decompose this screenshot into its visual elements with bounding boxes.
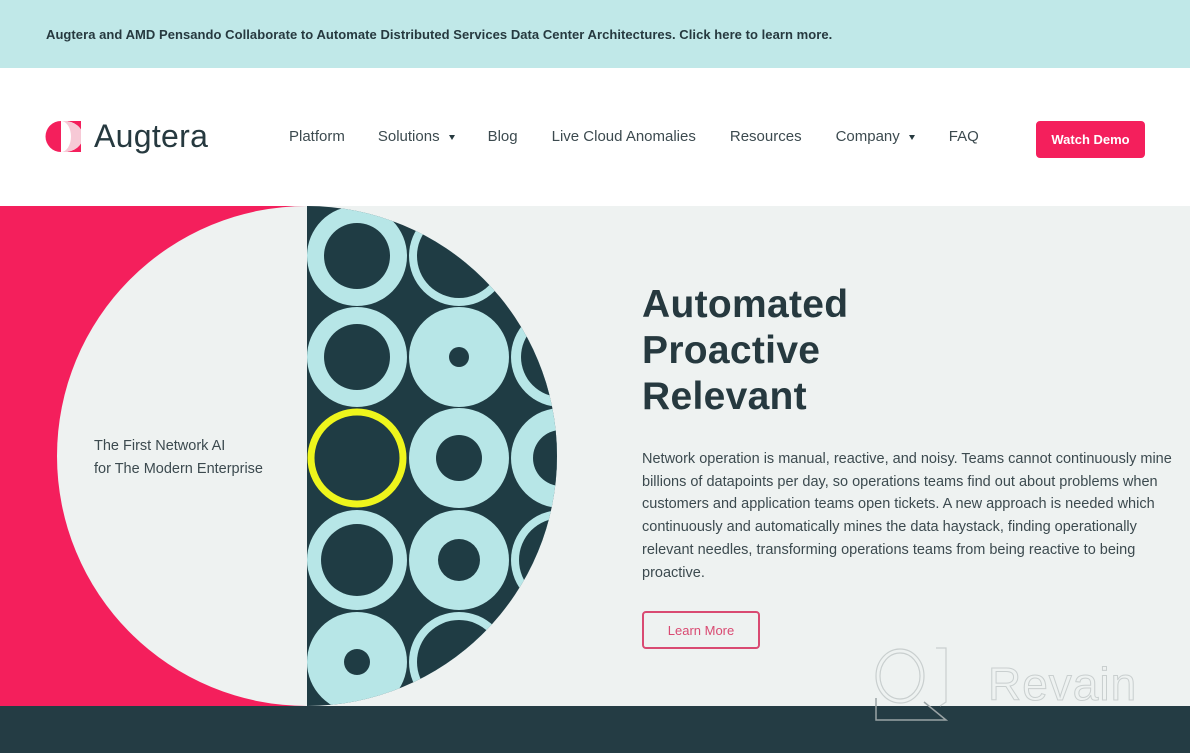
announcement-link[interactable]: Augtera and AMD Pensando Collaborate to … (46, 27, 832, 42)
tagline-line: for The Modern Enterprise (94, 461, 263, 477)
highlight-ring (307, 408, 407, 508)
pattern-ring-hole (449, 347, 469, 367)
hero-headline: Automated Proactive Relevant (642, 282, 848, 420)
nav-resources[interactable]: Resources (730, 128, 802, 145)
nav-label: Platform (289, 128, 345, 145)
tagline-line: The First Network AI (94, 438, 226, 454)
pattern-ring-hole (344, 649, 370, 675)
watch-demo-button[interactable]: Watch Demo (1036, 121, 1145, 158)
pattern-ring-hole (436, 435, 482, 481)
nav-label: Blog (487, 128, 518, 145)
dark-section-band (0, 706, 1190, 753)
pattern-ring-hole (417, 620, 501, 704)
hero-description: Network operation is manual, reactive, a… (642, 451, 1172, 581)
nav-faq[interactable]: FAQ (949, 128, 979, 145)
learn-more-button[interactable]: Learn More (642, 611, 760, 649)
pattern-ring-hole (438, 539, 480, 581)
nav-live-cloud-anomalies[interactable]: Live Cloud Anomalies (552, 128, 696, 145)
nav-company[interactable]: Company (836, 128, 915, 145)
caret-down-icon (448, 135, 455, 140)
nav-label: FAQ (948, 128, 979, 145)
logo-link[interactable]: Augtera (45, 118, 208, 154)
headline-line: Automated (642, 283, 849, 326)
caret-down-icon (908, 135, 915, 140)
headline-line: Proactive (642, 329, 821, 372)
nav-label: Resources (729, 128, 802, 145)
headline-line: Relevant (642, 375, 807, 418)
logo-text: Augtera (94, 118, 209, 154)
pattern-ring-hole (324, 223, 390, 289)
nav-label: Company (835, 128, 900, 145)
augtera-logo-icon (45, 120, 83, 152)
nav-platform[interactable]: Platform (289, 128, 345, 145)
site-header: Augtera Platform Solutions Blog Live Clo… (0, 68, 1190, 206)
pattern-ring-hole (321, 524, 393, 596)
nav-solutions[interactable]: Solutions (378, 128, 455, 145)
nav-blog[interactable]: Blog (488, 128, 518, 145)
pattern-ring-hole (417, 214, 501, 298)
announcement-banner: Augtera and AMD Pensando Collaborate to … (0, 0, 1190, 68)
hero-tagline: The First Network AI for The Modern Ente… (94, 435, 263, 481)
circle-pattern-illustration (307, 206, 557, 706)
hero-section: The First Network AI for The Modern Ente… (0, 206, 1190, 706)
pattern-ring-hole (324, 324, 390, 390)
main-nav: Platform Solutions Blog Live Cloud Anoma… (289, 128, 979, 145)
nav-label: Live Cloud Anomalies (551, 128, 696, 145)
nav-label: Solutions (377, 128, 440, 145)
